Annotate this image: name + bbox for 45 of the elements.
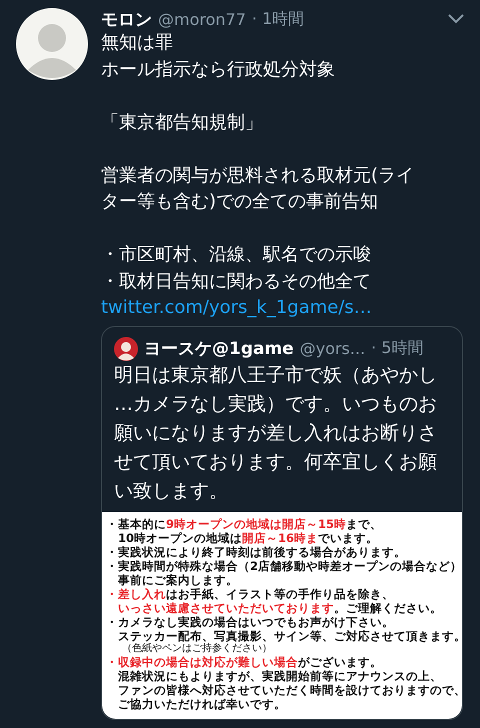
quoted-text: 願いになりますが差し入れはお断りさ bbox=[114, 422, 437, 444]
notice-text: ・差し入れ bbox=[106, 586, 166, 600]
tweet-text: 営業者の関与が思料される取材元(ライ bbox=[101, 164, 414, 186]
notice-text: ・カメラなし実践の場合はいつでもお声がけ下さい。 bbox=[106, 614, 394, 628]
notice-text: （色紙やペンはご持参ください） bbox=[122, 642, 272, 654]
notice-text: ご協力いただければ幸いです。 bbox=[118, 696, 286, 710]
notice-text: 事前にご案内します。 bbox=[118, 572, 238, 586]
quoted-text: …カメラなし実践）です。いつものお bbox=[114, 392, 437, 414]
notice-document[interactable] bbox=[102, 512, 462, 718]
user-handle: @moron77 bbox=[158, 10, 246, 28]
timestamp: · 1時間 bbox=[252, 8, 304, 30]
notice-text: がございます。 bbox=[298, 654, 382, 668]
notice-text: いっさい遠慮させていただいております bbox=[118, 600, 334, 614]
notice-text: ・実践時間が特殊な場合（2店舗移動や時差オープンの場合など） bbox=[106, 558, 462, 572]
notice-text: 開店～16時ま bbox=[242, 530, 318, 544]
notice-text: 。ご理解ください。 bbox=[334, 600, 442, 614]
notice-text: 混雑状況にもよりますが、実践開始前等にアナウンスの上、 bbox=[118, 668, 442, 682]
quoted-text: せて頂いております。何卒宜しくお願 bbox=[114, 450, 437, 472]
quoted-text: い致します。 bbox=[114, 480, 228, 502]
notice-text: ・実践状況により終了時刻は前後する場合があります。 bbox=[106, 544, 406, 558]
notice-text: ファンの皆様へ対応させていただく時間を設けておりますので、 bbox=[118, 682, 462, 696]
user-handle: @yors... bbox=[300, 339, 366, 358]
notice-text: ・基本的に bbox=[106, 516, 166, 530]
notice-text: ステッカー配布、写真撮影、サイン等、ご対応させて頂きます。 bbox=[118, 628, 462, 642]
quoted-text: 明日は東京都八王子市で妖（あやかし bbox=[114, 364, 437, 386]
notice-text: でいます。 bbox=[318, 530, 378, 544]
user-name[interactable]: モロン bbox=[101, 8, 152, 30]
tweet-text: ・取材日告知に関わるその他全て bbox=[101, 270, 371, 292]
tweet-text: 「東京都告知規制」 bbox=[101, 112, 263, 132]
chevron-down-icon[interactable] bbox=[448, 14, 464, 24]
quoted-tweet[interactable] bbox=[101, 326, 463, 720]
tweet-text: 無知は罪 bbox=[101, 32, 173, 53]
user-name: ヨースケ@1game bbox=[144, 338, 294, 360]
notice-text: ・収録中の場合は対応が難しい場合 bbox=[106, 654, 298, 668]
tweet-text: ター等も含む)での全ての事前告知 bbox=[101, 191, 378, 212]
tweet-text: ホール指示なら行政処分対象 bbox=[101, 58, 335, 80]
tweet-link[interactable]: twitter.com/yors_k_1game/s… bbox=[101, 295, 472, 322]
avatar bbox=[114, 336, 138, 360]
notice-text: まで、 bbox=[346, 516, 382, 530]
tweet-text: ・市区町村、沿線、駅名での示唆 bbox=[101, 244, 371, 265]
notice-text: はお手紙、イラスト等の手作り品を除き、 bbox=[166, 586, 394, 600]
timestamp: · 5時間 bbox=[371, 338, 424, 359]
notice-text: 9時オープンの地域は開店～15時 bbox=[166, 516, 346, 530]
notice-text: 10時オープンの地域は bbox=[118, 530, 242, 544]
avatar[interactable] bbox=[16, 8, 88, 80]
